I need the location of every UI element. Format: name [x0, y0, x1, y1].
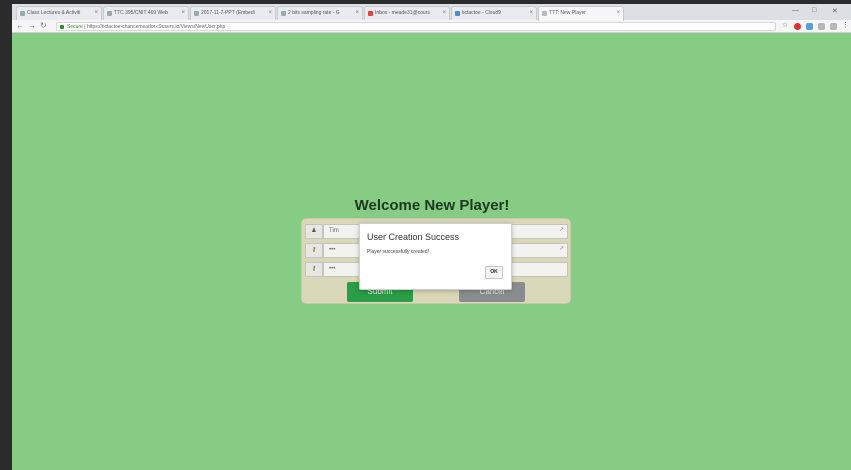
lock-icon — [60, 25, 64, 29]
browser-window: Class Lectures & Activiti × TTC 395/CNIT… — [12, 4, 851, 470]
tab-label: Class Lectures & Activiti — [27, 10, 81, 16]
tab-cloud9[interactable]: tictactoe - Cloud9 × — [451, 6, 537, 20]
success-dialog: User Creation Success Player successfull… — [359, 223, 512, 290]
close-icon[interactable]: × — [94, 7, 98, 19]
close-icon[interactable]: × — [442, 7, 446, 19]
tab-favicon-icon — [107, 11, 112, 16]
reload-icon[interactable]: ↻ — [40, 21, 47, 30]
user-icon: ♟ — [305, 224, 323, 239]
extension-icon[interactable] — [830, 23, 837, 30]
close-icon[interactable]: × — [529, 7, 533, 19]
url-text: https://tictactoe-chancemeador.c9users.i… — [86, 24, 226, 30]
extension-icon[interactable] — [806, 23, 813, 30]
bookmark-star-icon[interactable]: ☆ — [782, 21, 788, 29]
autofill-key-icon[interactable]: ↗ — [559, 224, 564, 237]
dialog-message: Player successfully created! — [367, 249, 429, 255]
tab-bar: Class Lectures & Activiti × TTC 395/CNIT… — [12, 4, 851, 21]
key-icon: ⚷ — [305, 243, 323, 258]
extension-icon[interactable] — [818, 23, 825, 30]
close-icon[interactable]: × — [181, 7, 185, 19]
tab-label: TTC 395/CNIT 469 Web — [114, 10, 168, 16]
close-icon[interactable]: × — [355, 7, 359, 19]
tab-new-player[interactable]: TTT: New Player × — [538, 6, 624, 21]
tab-label: TTT: New Player — [549, 10, 586, 16]
tab-class-lectures[interactable]: Class Lectures & Activiti × — [16, 6, 102, 20]
secure-label: Secure — [67, 24, 83, 30]
adblock-icon[interactable] — [794, 23, 801, 30]
screen-frame: Class Lectures & Activiti × TTC 395/CNIT… — [0, 0, 851, 470]
tab-label: 2017-11-7-PPT (Embedi — [201, 10, 255, 16]
tab-inbox[interactable]: Inbox - meade31@cours × — [364, 6, 450, 20]
minimize-icon[interactable]: — — [792, 7, 799, 14]
tab-label: 2 bits sampling rate - G — [288, 10, 340, 16]
window-close-icon[interactable]: ✕ — [832, 7, 838, 15]
key-icon: ⚷ — [305, 262, 323, 277]
tab-label: Inbox - meade31@cours — [375, 10, 430, 16]
cloud-icon — [455, 11, 460, 16]
forward-icon[interactable]: → — [28, 21, 36, 30]
close-icon[interactable]: × — [616, 7, 620, 19]
url-input[interactable]: Secure | https://tictactoe-chancemeador.… — [56, 22, 776, 31]
tab-web-course[interactable]: TTC 395/CNIT 469 Web × — [103, 6, 189, 20]
close-icon[interactable]: × — [268, 7, 272, 19]
ok-button[interactable]: OK — [485, 266, 503, 279]
tab-favicon-icon — [20, 11, 25, 16]
dialog-title: User Creation Success — [367, 232, 460, 242]
maximize-icon[interactable]: □ — [812, 7, 816, 14]
menu-icon[interactable]: ⋮ — [842, 21, 849, 29]
mail-icon — [368, 11, 373, 16]
address-bar: ← → ↻ Secure | https://tictactoe-chancem… — [12, 20, 851, 33]
page-title: Welcome New Player! — [354, 197, 510, 214]
tab-search[interactable]: 2 bits sampling rate - G × — [277, 6, 363, 20]
page-icon — [542, 11, 547, 16]
tab-ppt[interactable]: 2017-11-7-PPT (Embedi × — [190, 6, 276, 20]
back-icon[interactable]: ← — [16, 21, 24, 30]
page-content: Welcome New Player! ♟ Tim ↗ ⚷ ••• ↗ ⚷ ••… — [12, 34, 851, 470]
autofill-key-icon[interactable]: ↗ — [559, 243, 564, 256]
tab-favicon-icon — [194, 11, 199, 16]
tab-favicon-icon — [281, 11, 286, 16]
tab-label: tictactoe - Cloud9 — [462, 10, 501, 16]
